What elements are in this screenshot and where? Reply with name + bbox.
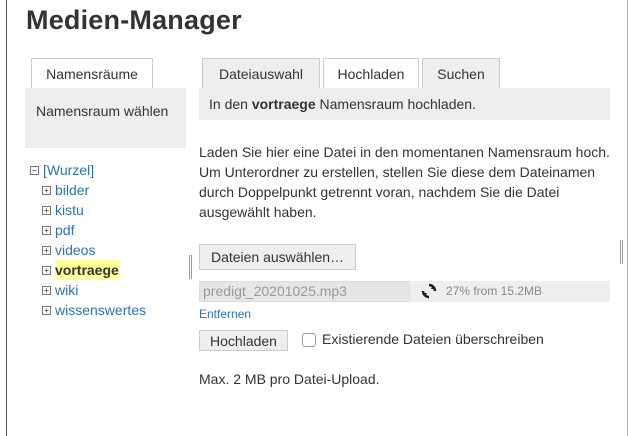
tree-item-link[interactable]: wiki <box>55 280 78 300</box>
refresh-spinner-icon <box>421 283 437 299</box>
remove-file-link[interactable]: Entfernen <box>199 307 251 321</box>
window-left-border <box>6 0 7 436</box>
upload-file-name: predigt_20201025.mp3 <box>199 281 410 302</box>
info-prefix: In den <box>209 96 252 112</box>
plus-box-icon[interactable]: + <box>42 245 51 255</box>
namespace-panel-header: Namensraum wählen <box>25 88 186 148</box>
tree-root: − [Wurzel] <box>30 160 146 180</box>
upload-namespace-info: In den vortraege Namensraum hochladen. <box>199 88 610 120</box>
tree-item-link[interactable]: wissenswertes <box>55 300 146 320</box>
tree-item-link[interactable]: bilder <box>55 180 89 200</box>
right-splitter-grip[interactable] <box>620 240 623 264</box>
tree-item-bilder: + bilder <box>30 180 146 200</box>
tree-children: + bilder + kistu + pdf + videos + vortraege + wiki +… <box>30 180 146 320</box>
tree-item-wissenswertes: + wissenswertes <box>30 300 146 320</box>
select-files-button[interactable]: Dateien auswählen… <box>199 244 356 270</box>
tab-file-selection[interactable]: Dateiauswahl <box>202 58 320 88</box>
upload-progress-text: 27% from 15.2MB <box>446 284 543 298</box>
tree-item-vortraege: + vortraege <box>30 260 146 280</box>
upload-button[interactable]: Hochladen <box>199 330 288 351</box>
tree-root-link[interactable]: [Wurzel] <box>43 160 94 180</box>
plus-box-icon[interactable]: + <box>42 285 51 295</box>
overwrite-label[interactable]: Existierende Dateien überschreiben <box>322 331 544 347</box>
tree-item-link[interactable]: vortraege <box>55 260 119 280</box>
tab-namespaces[interactable]: Namensräume <box>31 58 153 88</box>
plus-box-icon[interactable]: + <box>42 185 51 195</box>
tree-item-kistu: + kistu <box>30 200 146 220</box>
tree-item-link[interactable]: videos <box>55 240 95 260</box>
namespace-tree: − [Wurzel] + bilder + kistu + pdf + videos + vort… <box>30 160 146 320</box>
plus-box-icon[interactable]: + <box>42 225 51 235</box>
tree-item-link[interactable]: pdf <box>55 220 74 240</box>
tab-search[interactable]: Suchen <box>422 58 500 88</box>
page-title: Medien-Manager <box>26 5 242 35</box>
tree-item-wiki: + wiki <box>30 280 146 300</box>
info-suffix: Namensraum hochladen. <box>315 96 476 112</box>
tree-item-link[interactable]: kistu <box>55 200 84 220</box>
tree-item-pdf: + pdf <box>30 220 146 240</box>
tab-upload[interactable]: Hochladen <box>323 58 419 88</box>
info-namespace: vortraege <box>251 96 316 112</box>
tree-item-videos: + videos <box>30 240 146 260</box>
plus-box-icon[interactable]: + <box>42 265 51 275</box>
plus-box-icon[interactable]: + <box>42 205 51 215</box>
plus-box-icon[interactable]: + <box>42 305 51 315</box>
minus-box-icon[interactable]: − <box>30 165 39 175</box>
left-splitter-grip[interactable] <box>189 255 192 279</box>
max-upload-size-note: Max. 2 MB pro Datei-Upload. <box>199 371 380 387</box>
upload-description: Laden Sie hier eine Datei in den momenta… <box>199 144 610 220</box>
overwrite-checkbox[interactable] <box>302 333 316 347</box>
